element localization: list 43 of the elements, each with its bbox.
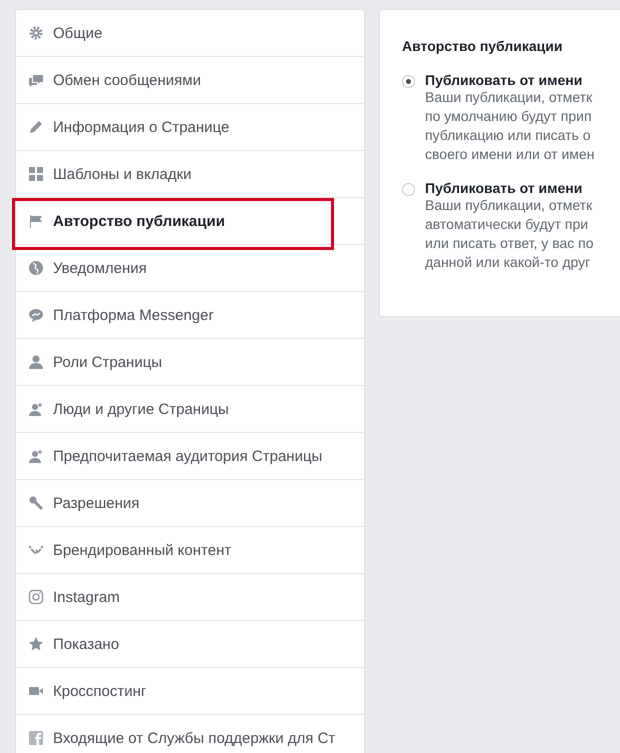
sidebar-item[interactable]: Instagram [16,574,364,621]
option-description: своего имени или от имен [425,145,594,164]
wrench-icon [28,495,44,511]
gear-icon [28,25,44,41]
panel-title: Авторство публикации [402,38,564,54]
sidebar-item[interactable]: Предпочитаемая аудитория Страницы [16,433,364,480]
pencil-icon [28,119,44,135]
option-description: автоматически будут при [425,215,590,234]
option-description: или писать ответ, у вас по [425,234,594,253]
sidebar-item[interactable]: Показано [16,621,364,668]
radio-button[interactable] [402,183,415,196]
sidebar-item[interactable]: Уведомления [16,245,364,292]
chat-bubble-icon [28,307,44,323]
option-description: Ваши публикации, отметк [425,196,594,215]
person-icon [28,354,44,370]
star-icon [28,636,44,652]
camera-outline-icon [28,589,44,605]
sidebar-item[interactable]: Информация о Странице [16,104,364,151]
sidebar-item[interactable]: Разрешения [16,480,364,527]
person-plus-icon [28,448,44,464]
person-plus-icon [28,401,44,417]
chat-bubbles-icon [28,72,44,88]
sidebar-item[interactable]: Обмен сообщениями [16,57,364,104]
option-label: Публиковать от имени [425,72,584,88]
sidebar-item[interactable]: Платформа Messenger [16,292,364,339]
sidebar-item[interactable]: Шаблоны и вкладки [16,151,364,198]
radio-button[interactable] [402,75,415,88]
sidebar-item[interactable]: Брендированный контент [16,527,364,574]
sidebar-item[interactable]: Роли Страницы [16,339,364,386]
option-description: по умолчанию будут прип [425,107,593,126]
grid-icon [28,166,44,182]
option-label: Публиковать от имени [425,180,584,196]
f-square-icon [28,730,44,746]
sidebar-item[interactable]: Общие [16,10,364,57]
globe-icon [28,260,44,276]
sidebar-item[interactable]: Входящие от Службы поддержки для Ст [16,715,364,753]
sidebar-item[interactable]: Люди и другие Страницы [16,386,364,433]
sidebar-item[interactable]: Кросспостинг [16,668,364,715]
option-description: данной или какой-то друг [425,253,592,272]
option-description: публикацию или писать о [425,126,592,145]
sidebar-item[interactable]: Авторство публикации [16,198,364,245]
flag-icon [28,213,44,229]
option-description: Ваши публикации, отметк [425,88,594,107]
